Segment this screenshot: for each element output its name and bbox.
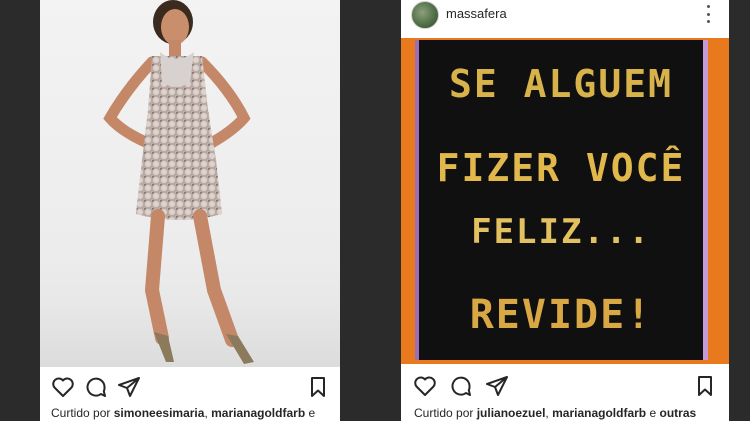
chalk-line-3: FELIZ... <box>471 212 651 252</box>
comment-icon[interactable] <box>449 374 473 398</box>
liked-by-user[interactable]: julianoezuel <box>477 406 546 420</box>
chalk-line-4: REVIDE! <box>469 292 653 338</box>
instagram-post-left: Curtido por simoneesimaria, marianagoldf… <box>40 0 340 421</box>
woman-figure <box>103 0 254 364</box>
likes-prefix: Curtido por <box>414 406 474 420</box>
heart-icon[interactable] <box>413 374 437 398</box>
liked-by-user[interactable]: marianagoldfarb <box>211 406 305 420</box>
avatar[interactable] <box>411 1 439 29</box>
post-username[interactable]: massafera <box>446 6 507 21</box>
likes-suffix: e <box>649 406 657 420</box>
more-options-icon[interactable] <box>705 5 711 23</box>
bookmark-icon[interactable] <box>306 375 330 399</box>
likes-prefix: Curtido por <box>51 406 111 420</box>
post-photo-chalkboard[interactable]: SE ALGUEM FIZER VOCÊ FELIZ... REVIDE! <box>401 38 729 364</box>
comment-icon[interactable] <box>84 375 108 399</box>
liked-by-user[interactable]: simoneesimaria <box>114 406 205 420</box>
instagram-post-right: massafera SE ALGUEM FIZER VOCÊ FELIZ... … <box>401 0 729 421</box>
heart-icon[interactable] <box>51 375 75 399</box>
bookmark-icon[interactable] <box>693 374 717 398</box>
likes-separator: , <box>545 406 549 420</box>
chalk-line-2: FIZER VOCÊ <box>436 146 686 190</box>
likes-separator: , <box>204 406 208 420</box>
likes-suffix: e <box>308 406 316 420</box>
likes-others-link[interactable]: outras <box>660 406 697 420</box>
post-action-bar <box>401 372 729 402</box>
post-photo-woman-dress[interactable] <box>40 0 340 367</box>
share-icon[interactable] <box>117 375 141 399</box>
share-icon[interactable] <box>485 374 509 398</box>
post-action-bar <box>40 373 340 403</box>
chalkboard: SE ALGUEM FIZER VOCÊ FELIZ... REVIDE! <box>415 40 708 360</box>
likes-text: Curtido por julianoezuel, marianagoldfar… <box>414 406 696 420</box>
post-header: massafera <box>401 0 729 38</box>
chalk-line-1: SE ALGUEM <box>449 62 673 106</box>
liked-by-user[interactable]: marianagoldfarb <box>552 406 646 420</box>
likes-text: Curtido por simoneesimaria, marianagoldf… <box>51 406 315 420</box>
